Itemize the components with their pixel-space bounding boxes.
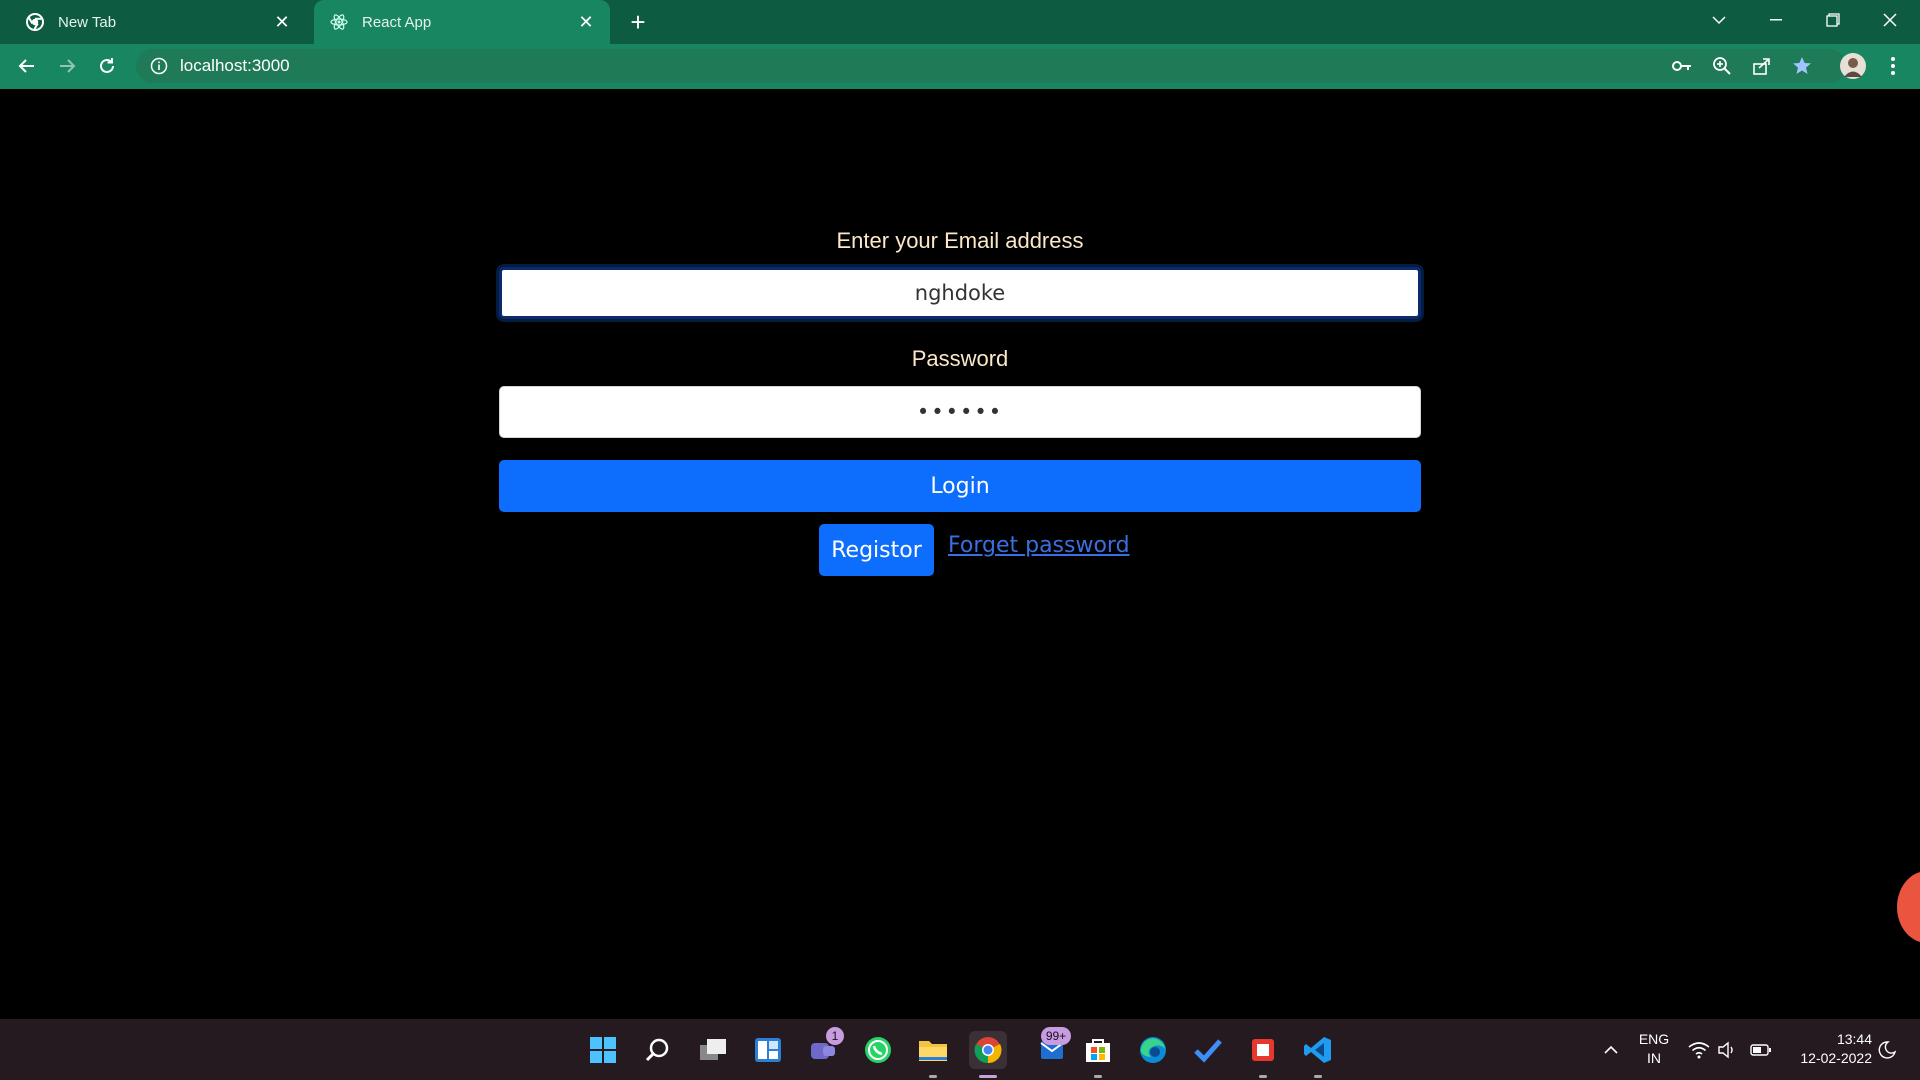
running-indicator bbox=[979, 1075, 997, 1078]
bookmark-star-icon[interactable] bbox=[1787, 51, 1817, 81]
clock-time[interactable]: 13:44 bbox=[1782, 1030, 1872, 1049]
teams-chat-icon[interactable]: 1 bbox=[804, 1027, 844, 1069]
tab-search-icon[interactable] bbox=[1691, 0, 1747, 40]
file-explorer-icon[interactable] bbox=[914, 1031, 952, 1078]
tab-react-app[interactable]: React App ✕ bbox=[314, 0, 610, 44]
region-label[interactable]: IN bbox=[1634, 1049, 1674, 1068]
tab-new-tab[interactable]: New Tab ✕ bbox=[10, 0, 306, 44]
password-field[interactable] bbox=[499, 386, 1421, 438]
forget-password-link[interactable]: Forget password bbox=[948, 533, 1130, 558]
teams-badge: 1 bbox=[826, 1027, 844, 1045]
email-label: Enter your Email address bbox=[836, 228, 1084, 253]
mail-badge: 99+ bbox=[1041, 1027, 1071, 1045]
battery-icon[interactable] bbox=[1742, 1031, 1780, 1069]
running-indicator bbox=[929, 1075, 937, 1078]
reload-button[interactable] bbox=[91, 50, 123, 82]
close-tab-icon[interactable]: ✕ bbox=[576, 12, 596, 32]
running-indicator bbox=[1094, 1075, 1102, 1078]
browser-tab-strip: New Tab ✕ React App ✕ + bbox=[0, 0, 1920, 44]
menu-icon[interactable] bbox=[1878, 51, 1908, 81]
start-icon[interactable] bbox=[584, 1031, 622, 1069]
close-window-button[interactable] bbox=[1862, 0, 1918, 40]
address-url: localhost:3000 bbox=[180, 56, 290, 75]
password-label: Password bbox=[911, 346, 1009, 371]
zoom-icon[interactable] bbox=[1707, 51, 1737, 81]
tab-title: New Tab bbox=[58, 13, 117, 31]
chevron-up-icon[interactable] bbox=[1592, 1031, 1630, 1069]
login-button[interactable]: Login bbox=[499, 460, 1421, 512]
react-icon bbox=[330, 13, 348, 31]
back-button[interactable] bbox=[11, 50, 43, 82]
windows-taskbar: 1 99+ ENG IN 13:44 12-02-2022 bbox=[0, 1019, 1920, 1080]
task-view-icon[interactable] bbox=[694, 1031, 732, 1069]
page-content: Enter your Email address Password Login … bbox=[0, 89, 1920, 1019]
minimize-button[interactable] bbox=[1748, 0, 1804, 40]
chrome-taskbar-icon[interactable] bbox=[969, 1031, 1007, 1078]
browser-toolbar: localhost:3000 bbox=[0, 44, 1920, 89]
todo-icon[interactable] bbox=[1189, 1031, 1227, 1069]
register-button[interactable]: Registor bbox=[819, 524, 934, 576]
close-tab-icon[interactable]: ✕ bbox=[272, 12, 292, 32]
volume-icon[interactable] bbox=[1708, 1031, 1746, 1069]
floating-orb bbox=[1897, 871, 1920, 943]
new-tab-button[interactable]: + bbox=[624, 7, 652, 37]
edge-icon[interactable] bbox=[1134, 1031, 1172, 1069]
screen-recorder-icon[interactable] bbox=[1244, 1031, 1282, 1078]
chrome-icon bbox=[26, 13, 44, 31]
mail-icon[interactable]: 99+ bbox=[1033, 1027, 1071, 1069]
tab-title: React App bbox=[362, 13, 432, 31]
forward-button[interactable] bbox=[51, 50, 83, 82]
address-bar[interactable]: localhost:3000 bbox=[136, 49, 1846, 83]
focus-assist-icon[interactable] bbox=[1868, 1031, 1906, 1069]
whatsapp-icon[interactable] bbox=[859, 1031, 897, 1069]
email-field[interactable] bbox=[499, 267, 1421, 319]
running-indicator bbox=[1259, 1075, 1267, 1078]
clock-date[interactable]: 12-02-2022 bbox=[1782, 1049, 1872, 1068]
vscode-icon[interactable] bbox=[1299, 1031, 1337, 1078]
site-info-icon[interactable] bbox=[150, 57, 168, 75]
search-icon[interactable] bbox=[639, 1031, 677, 1069]
language-label[interactable]: ENG bbox=[1634, 1030, 1674, 1049]
share-icon[interactable] bbox=[1747, 51, 1777, 81]
key-icon[interactable] bbox=[1667, 51, 1697, 81]
microsoft-store-icon[interactable] bbox=[1079, 1031, 1117, 1078]
widgets-icon[interactable] bbox=[749, 1031, 787, 1069]
restore-button[interactable] bbox=[1805, 0, 1861, 40]
avatar[interactable] bbox=[1838, 51, 1868, 81]
running-indicator bbox=[1314, 1075, 1322, 1078]
